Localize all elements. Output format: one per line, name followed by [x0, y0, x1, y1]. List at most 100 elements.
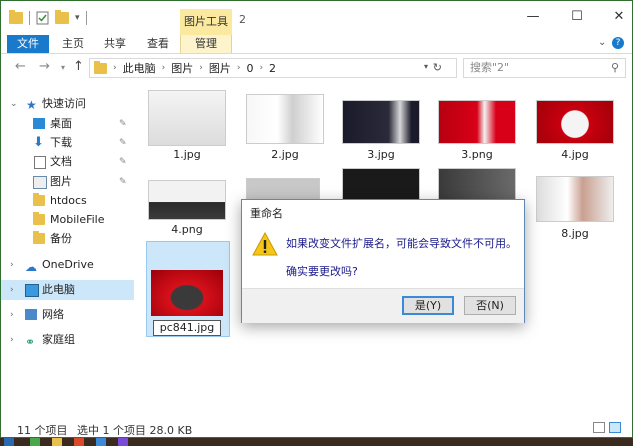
- nav-item-downloads[interactable]: ⬇ 下载 ✎: [1, 133, 134, 153]
- chevron-down-icon[interactable]: ⌄: [10, 94, 18, 114]
- nav-item-mobilefile[interactable]: MobileFile: [1, 210, 134, 230]
- divider: [85, 11, 87, 25]
- breadcrumb-separator-icon: ›: [161, 63, 166, 73]
- file-thumbnail: [151, 270, 223, 316]
- file-item[interactable]: 1.jpg: [147, 89, 227, 161]
- warning-icon: [252, 232, 278, 256]
- tab-file[interactable]: 文件: [7, 35, 49, 53]
- breadcrumb-separator-icon: ›: [259, 63, 264, 73]
- pictures-icon: [33, 176, 47, 189]
- cloud-icon: ☁: [25, 260, 37, 274]
- nav-item-homegroup[interactable]: › ⚭ 家庭组: [1, 330, 134, 350]
- nav-item-network[interactable]: › 网络: [1, 305, 134, 325]
- file-thumbnail: [343, 169, 419, 199]
- tab-view[interactable]: 查看: [140, 35, 176, 53]
- nav-item-onedrive[interactable]: › ☁ OneDrive: [1, 255, 134, 275]
- file-thumbnail: [537, 101, 613, 143]
- nav-item-pictures[interactable]: 图片 ✎: [1, 172, 134, 192]
- nav-item-desktop[interactable]: 桌面 ✎: [1, 114, 134, 134]
- file-item[interactable]: 8.jpg: [535, 177, 615, 240]
- dialog-title: 重命名: [250, 207, 283, 220]
- tab-share[interactable]: 共享: [97, 35, 133, 53]
- file-name: 2.jpg: [271, 148, 299, 161]
- tab-manage[interactable]: 管理: [180, 35, 232, 53]
- search-icon: ⚲: [610, 61, 619, 74]
- new-folder-icon[interactable]: [55, 10, 69, 24]
- picture-tools-context-tab: 图片工具: [180, 9, 232, 35]
- chevron-right-icon[interactable]: ›: [10, 255, 14, 275]
- chevron-right-icon[interactable]: ›: [10, 330, 14, 350]
- file-item[interactable]: [341, 167, 421, 199]
- file-item[interactable]: 4.jpg: [535, 89, 615, 161]
- recent-locations-icon[interactable]: ▾: [61, 63, 65, 72]
- customize-qat-icon[interactable]: ▾: [75, 13, 80, 23]
- file-thumbnail: [247, 95, 323, 143]
- homegroup-icon: ⚭: [25, 335, 36, 349]
- file-thumbnail: [247, 179, 319, 199]
- maximize-button[interactable]: ☐: [563, 7, 591, 27]
- pin-icon: ✎: [119, 177, 127, 187]
- forward-arrow-icon[interactable]: →: [39, 59, 50, 74]
- nav-item-documents[interactable]: 文档 ✎: [1, 152, 134, 172]
- file-item[interactable]: 2.jpg: [245, 89, 325, 161]
- start-icon[interactable]: [4, 438, 14, 446]
- chevron-right-icon[interactable]: ›: [10, 280, 14, 300]
- taskbar-app-icon[interactable]: [74, 438, 84, 446]
- file-item[interactable]: 3.png: [437, 89, 517, 161]
- nav-item-htdocs[interactable]: htdocs: [1, 191, 134, 211]
- file-item[interactable]: 4.png: [147, 177, 227, 236]
- file-name: 4.jpg: [561, 148, 589, 161]
- yes-button[interactable]: 是(Y): [402, 296, 454, 315]
- breadcrumb-2[interactable]: 2: [269, 62, 276, 75]
- address-bar[interactable]: › 此电脑 › 图片 › 图片 › 0 › 2 ▾ ↻: [89, 58, 457, 78]
- rename-input[interactable]: pc841.jpg: [153, 320, 221, 336]
- properties-icon[interactable]: [36, 11, 49, 25]
- folder-icon: [94, 61, 107, 74]
- file-item[interactable]: 3.jpg: [341, 89, 421, 161]
- help-icon[interactable]: ?: [612, 37, 624, 49]
- refresh-icon[interactable]: ↻: [433, 61, 442, 74]
- computer-icon: [25, 284, 39, 297]
- chevron-down-icon[interactable]: ⌄: [598, 37, 606, 48]
- folder-icon: [33, 212, 45, 225]
- file-thumbnail: [149, 91, 225, 145]
- status-bar: 11 个项目 选中 1 个项目 28.0 KB: [1, 419, 632, 437]
- details-view-icon[interactable]: [593, 422, 605, 433]
- download-icon: ⬇: [33, 135, 44, 150]
- chevron-right-icon[interactable]: ›: [10, 305, 14, 325]
- up-arrow-icon[interactable]: ↑: [73, 59, 84, 74]
- close-button[interactable]: ✕: [605, 7, 632, 27]
- no-button[interactable]: 否(N): [464, 296, 516, 315]
- breadcrumb-this-pc[interactable]: 此电脑: [123, 60, 156, 76]
- nav-item-backup[interactable]: 备份: [1, 229, 134, 249]
- file-thumbnail: [537, 177, 613, 221]
- breadcrumb-pictures-2[interactable]: 图片: [209, 60, 231, 76]
- taskbar-app-icon[interactable]: [52, 438, 62, 446]
- folder-icon[interactable]: [9, 10, 23, 24]
- back-arrow-icon[interactable]: ←: [15, 59, 26, 74]
- large-icons-view-icon[interactable]: [609, 422, 621, 433]
- search-input[interactable]: 搜索"2" ⚲: [463, 58, 626, 78]
- title-bar: ▾ 图片工具 2 — ☐ ✕: [1, 1, 632, 35]
- breadcrumb-0[interactable]: 0: [246, 62, 253, 75]
- nav-item-this-pc[interactable]: › 此电脑: [1, 280, 134, 300]
- nav-item-label: 备份: [50, 232, 72, 245]
- chevron-down-icon[interactable]: ▾: [424, 62, 428, 71]
- minimize-button[interactable]: —: [519, 7, 547, 27]
- file-item[interactable]: [437, 167, 517, 199]
- tab-home[interactable]: 主页: [55, 35, 91, 53]
- breadcrumb-separator-icon: ›: [113, 63, 117, 73]
- navigation-bar: ← → ▾ ↑ › 此电脑 › 图片 › 图片 › 0 › 2 ▾ ↻ 搜索"2…: [1, 54, 632, 82]
- taskbar-app-icon[interactable]: [30, 438, 40, 446]
- nav-item-label: MobileFile: [50, 213, 105, 226]
- file-thumbnail: [439, 169, 515, 199]
- breadcrumb-pictures[interactable]: 图片: [171, 60, 193, 76]
- nav-item-quick-access[interactable]: ⌄ ★ 快速访问: [1, 94, 134, 114]
- pin-icon: ✎: [119, 138, 127, 148]
- taskbar-app-icon[interactable]: [118, 438, 128, 446]
- dialog-message: 如果改变文件扩展名，可能会导致文件不可用。: [286, 237, 517, 250]
- file-item[interactable]: [245, 177, 321, 199]
- file-name: 8.jpg: [561, 227, 589, 240]
- taskbar-app-icon[interactable]: [96, 438, 106, 446]
- selection-info: 选中 1 个项目 28.0 KB: [77, 424, 193, 437]
